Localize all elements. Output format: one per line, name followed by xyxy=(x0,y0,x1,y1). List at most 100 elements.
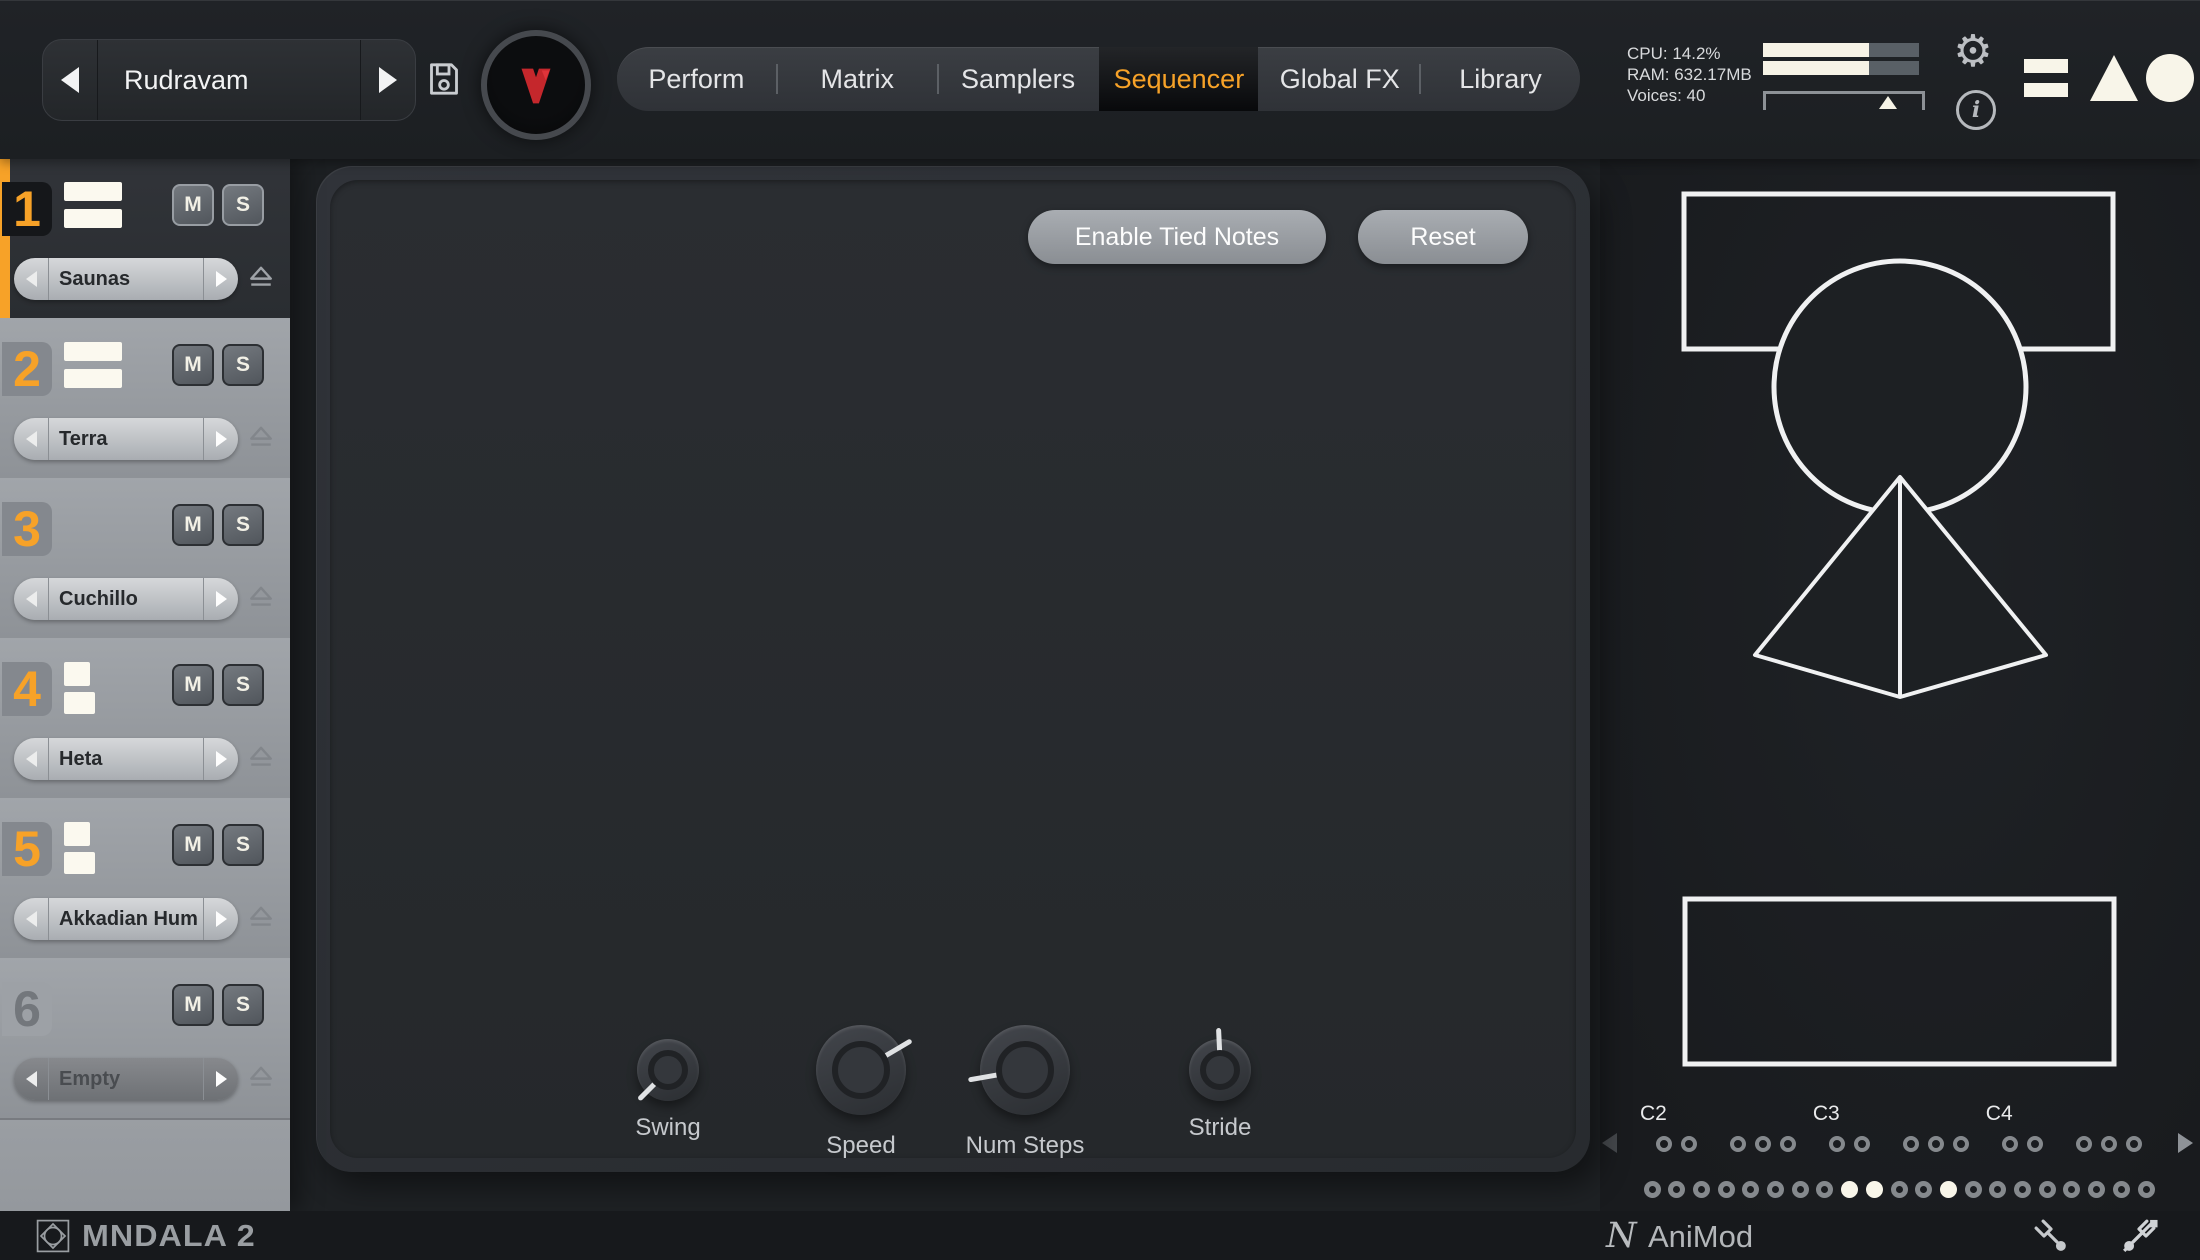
tab-global-fx[interactable]: Global FX xyxy=(1260,47,1419,111)
black-key[interactable] xyxy=(1928,1136,1944,1152)
solo-button[interactable]: S xyxy=(222,984,264,1026)
eject-sample-button[interactable] xyxy=(248,424,274,455)
mute-button[interactable]: M xyxy=(172,344,214,386)
black-key[interactable] xyxy=(2126,1136,2142,1152)
white-key-7[interactable] xyxy=(1792,1181,1809,1198)
sample-name[interactable]: Heta xyxy=(49,738,203,780)
next-sample-button[interactable] xyxy=(203,898,238,940)
layers-icon xyxy=(64,342,122,361)
gear-icon: ⚙ xyxy=(1953,27,1992,76)
white-key-20[interactable] xyxy=(2113,1181,2130,1198)
tuning-fork-icon xyxy=(2030,1215,2072,1257)
right-arrow-icon xyxy=(216,271,227,287)
preset-name[interactable]: Rudravam xyxy=(98,40,360,120)
black-key[interactable] xyxy=(1681,1136,1697,1152)
tab-sequencer[interactable]: Sequencer xyxy=(1099,47,1258,111)
mute-button[interactable]: M xyxy=(172,504,214,546)
mute-button[interactable]: M xyxy=(172,824,214,866)
white-key-21[interactable] xyxy=(2138,1181,2155,1198)
white-key-9[interactable] xyxy=(1841,1181,1858,1198)
solo-button[interactable]: S xyxy=(222,664,264,706)
tuning-fork-off-button[interactable] xyxy=(2118,1215,2160,1260)
next-sample-button[interactable] xyxy=(203,258,238,300)
white-key-6[interactable] xyxy=(1767,1181,1784,1198)
next-sample-button[interactable] xyxy=(203,418,238,460)
info-button[interactable]: i xyxy=(1956,90,1996,130)
tab-matrix[interactable]: Matrix xyxy=(778,47,937,111)
prev-sample-button[interactable] xyxy=(14,578,49,620)
sample-name[interactable]: Terra xyxy=(49,418,203,460)
solo-button[interactable]: S xyxy=(222,344,264,386)
slot-number[interactable]: 6 xyxy=(2,982,52,1036)
prev-sample-button[interactable] xyxy=(14,738,49,780)
slot-number[interactable]: 3 xyxy=(2,502,52,556)
mute-button[interactable]: M xyxy=(172,984,214,1026)
solo-button[interactable]: S xyxy=(222,184,264,226)
solo-button[interactable]: S xyxy=(222,504,264,546)
settings-button[interactable]: ⚙ xyxy=(1950,29,1996,75)
slot-number[interactable]: 2 xyxy=(2,342,52,396)
triangle-shape-icon xyxy=(2090,55,2138,101)
eject-sample-button[interactable] xyxy=(248,744,274,775)
white-key-13[interactable] xyxy=(1940,1181,1957,1198)
left-arrow-icon xyxy=(26,431,37,447)
next-sample-button[interactable] xyxy=(203,738,238,780)
mute-button[interactable]: M xyxy=(172,184,214,226)
red-v-icon xyxy=(507,56,565,114)
slot-number[interactable]: 5 xyxy=(2,822,52,876)
white-key-17[interactable] xyxy=(2039,1181,2056,1198)
meter-right-fill xyxy=(1763,61,1869,75)
octave-label-c2: C2 xyxy=(1640,1102,1667,1126)
sample-name[interactable]: Cuchillo xyxy=(49,578,203,620)
white-key-14[interactable] xyxy=(1965,1181,1982,1198)
save-button[interactable] xyxy=(424,59,464,99)
mntra-logo[interactable] xyxy=(481,30,591,140)
output-slider[interactable] xyxy=(1763,91,1925,110)
white-key-1[interactable] xyxy=(1644,1181,1661,1198)
keyboard-scroll-left-arrow[interactable] xyxy=(1602,1133,1617,1153)
keyboard-scroll-right-arrow[interactable] xyxy=(2178,1133,2193,1153)
white-key-4[interactable] xyxy=(1718,1181,1735,1198)
white-key-3[interactable] xyxy=(1693,1181,1710,1198)
solo-button[interactable]: S xyxy=(222,824,264,866)
prev-sample-button[interactable] xyxy=(14,1058,49,1100)
prev-sample-button[interactable] xyxy=(14,418,49,460)
sample-name[interactable]: Saunas xyxy=(49,258,203,300)
tuning-fork-button[interactable] xyxy=(2030,1215,2072,1260)
next-sample-button[interactable] xyxy=(203,578,238,620)
knob-label: Swing xyxy=(568,1114,768,1142)
black-key[interactable] xyxy=(2101,1136,2117,1152)
eject-sample-button[interactable] xyxy=(248,584,274,615)
eject-sample-button[interactable] xyxy=(248,1064,274,1095)
enable-tied-notes-button[interactable]: Enable Tied Notes xyxy=(1028,210,1326,264)
black-key[interactable] xyxy=(1953,1136,1969,1152)
tab-samplers[interactable]: Samplers xyxy=(939,47,1098,111)
reset-button[interactable]: Reset xyxy=(1358,210,1528,264)
slot-number[interactable]: 1 xyxy=(2,182,52,236)
sample-name[interactable]: Empty xyxy=(49,1058,203,1100)
eject-sample-button[interactable] xyxy=(248,264,274,295)
knob-cap xyxy=(996,1041,1054,1099)
slot-number[interactable]: 4 xyxy=(2,662,52,716)
prev-sample-button[interactable] xyxy=(14,258,49,300)
white-key-16[interactable] xyxy=(2014,1181,2031,1198)
black-key[interactable] xyxy=(2027,1136,2043,1152)
output-slider-thumb[interactable] xyxy=(1879,96,1897,109)
white-key-10[interactable] xyxy=(1866,1181,1883,1198)
eject-sample-button[interactable] xyxy=(248,904,274,935)
tab-library[interactable]: Library xyxy=(1421,47,1580,111)
next-sample-button[interactable] xyxy=(203,1058,238,1100)
layers-icon xyxy=(64,692,95,714)
tab-perform[interactable]: Perform xyxy=(617,47,776,111)
preset-prev-button[interactable] xyxy=(43,40,98,120)
white-key-11[interactable] xyxy=(1891,1181,1908,1198)
black-key[interactable] xyxy=(1780,1136,1796,1152)
sample-name[interactable]: Akkadian Hum xyxy=(49,898,203,940)
eject-icon xyxy=(248,424,274,450)
prev-sample-button[interactable] xyxy=(14,898,49,940)
black-key[interactable] xyxy=(1854,1136,1870,1152)
mute-button[interactable]: M xyxy=(172,664,214,706)
sampler-slot-1: 1 MS Saunas xyxy=(0,158,290,320)
white-key-19[interactable] xyxy=(2088,1181,2105,1198)
preset-next-button[interactable] xyxy=(360,40,415,120)
